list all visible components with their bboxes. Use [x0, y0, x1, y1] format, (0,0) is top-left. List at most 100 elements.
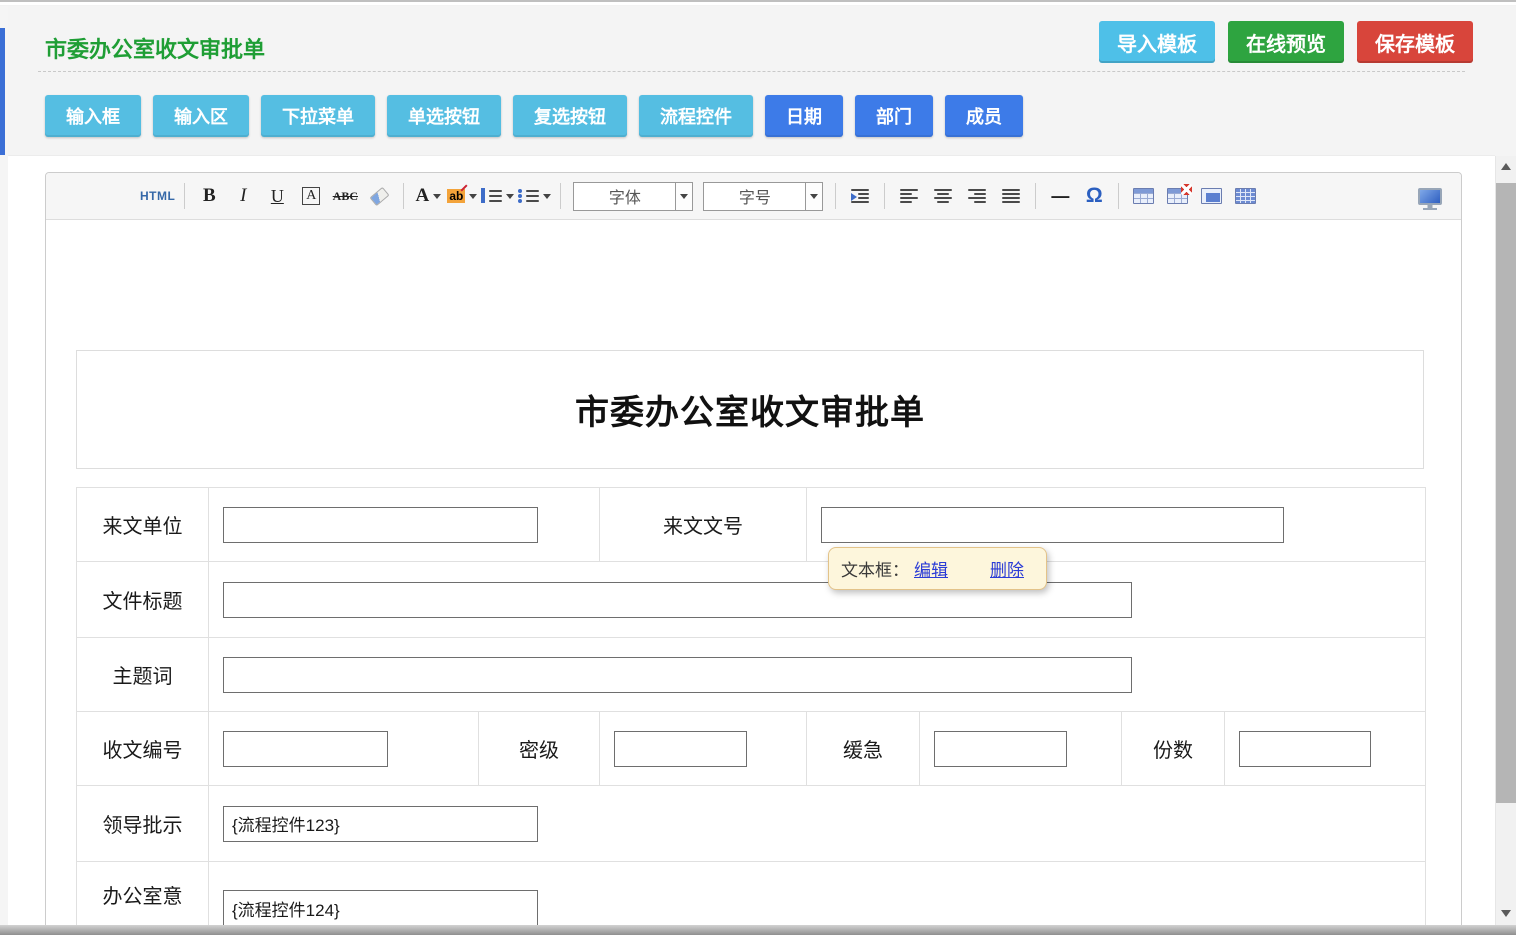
scroll-down-button[interactable]	[1496, 903, 1516, 923]
header-right-corner	[1495, 6, 1516, 156]
chevron-down-icon	[543, 194, 551, 199]
indent-button[interactable]	[845, 180, 875, 212]
indent-icon	[851, 189, 869, 203]
scrollbar[interactable]	[1495, 156, 1516, 925]
underline-button[interactable]: U	[262, 180, 292, 212]
edit-link[interactable]: 编辑	[914, 556, 948, 581]
window-left-accent	[0, 28, 5, 155]
font-color-icon: A	[415, 185, 429, 207]
highlight-icon: ab	[447, 189, 465, 203]
arrow-down-icon	[1501, 910, 1511, 917]
leader-comment-input[interactable]	[223, 806, 538, 842]
urgency-input[interactable]	[934, 731, 1067, 767]
incoming-unit-cell	[209, 488, 600, 561]
incoming-doc-number-input[interactable]	[821, 507, 1284, 543]
add-dropdown-button[interactable]: 下拉菜单	[261, 95, 375, 137]
toolbar-separator	[184, 183, 185, 209]
scrollbar-thumb[interactable]	[1496, 183, 1516, 803]
align-left-icon	[900, 189, 918, 203]
chevron-down-icon	[506, 194, 514, 199]
align-center-button[interactable]	[928, 180, 958, 212]
scroll-up-button[interactable]	[1496, 156, 1516, 176]
source-code-button[interactable]: HTML	[140, 180, 175, 212]
ordered-list-button[interactable]	[481, 180, 514, 212]
arrow-up-icon	[1501, 163, 1511, 170]
window-bottom-edge	[0, 925, 1516, 935]
insert-table-button[interactable]	[1128, 180, 1158, 212]
strikethrough-button[interactable]: ABC	[330, 180, 360, 212]
delete-table-button[interactable]	[1162, 180, 1192, 212]
remove-format-button[interactable]	[364, 180, 394, 212]
font-family-select[interactable]: 字体	[573, 182, 693, 211]
control-tooltip: 文本框： 编辑 删除	[828, 547, 1047, 590]
font-family-label: 字体	[574, 184, 675, 208]
page: 市委办公室收文审批单 导入模板 在线预览 保存模板 输入框 输入区 下拉菜单 单…	[8, 6, 1495, 935]
copies-input[interactable]	[1239, 731, 1371, 767]
table-cell-props-button[interactable]	[1196, 180, 1226, 212]
add-date-button[interactable]: 日期	[765, 95, 843, 137]
form-row-keywords: 主题词	[77, 638, 1425, 712]
delete-link[interactable]: 删除	[990, 556, 1024, 581]
special-char-button[interactable]: Ω	[1079, 180, 1109, 212]
office-opinion-input[interactable]	[223, 890, 538, 926]
form-row-receipt: 收文编号 密级 缓急 份数	[77, 712, 1425, 786]
window-top-edge	[0, 0, 1516, 6]
secrecy-level-label: 密级	[479, 712, 600, 785]
html-source-icon: HTML	[140, 189, 175, 203]
add-department-button[interactable]: 部门	[855, 95, 933, 137]
delete-table-icon	[1167, 188, 1188, 204]
fullscreen-button[interactable]	[1415, 180, 1445, 212]
toolbar-separator	[884, 183, 885, 209]
screen: 市委办公室收文审批单 导入模板 在线预览 保存模板 输入框 输入区 下拉菜单 单…	[0, 0, 1516, 935]
italic-button[interactable]: I	[228, 180, 258, 212]
incoming-unit-input[interactable]	[223, 507, 538, 543]
font-color-button[interactable]: A	[413, 180, 443, 212]
chevron-down-icon	[433, 194, 441, 199]
bold-button[interactable]: B	[194, 180, 224, 212]
chevron-down-icon[interactable]	[675, 183, 692, 210]
page-title: 市委办公室收文审批单	[45, 32, 265, 64]
document-title-label: 文件标题	[77, 562, 209, 637]
add-member-button[interactable]: 成员	[945, 95, 1023, 137]
copies-cell	[1225, 712, 1425, 785]
horizontal-rule-button[interactable]: —	[1045, 180, 1075, 212]
add-flow-control-button[interactable]: 流程控件	[639, 95, 753, 137]
add-checkbox-button[interactable]: 复选按钮	[513, 95, 627, 137]
receipt-number-label: 收文编号	[77, 712, 209, 785]
app-header: 市委办公室收文审批单 导入模板 在线预览 保存模板 输入框 输入区 下拉菜单 单…	[8, 6, 1495, 156]
add-input-button[interactable]: 输入框	[45, 95, 141, 137]
unordered-list-icon	[518, 190, 539, 202]
unordered-list-button[interactable]	[518, 180, 551, 212]
online-preview-button[interactable]: 在线预览	[1228, 21, 1344, 63]
editor-content[interactable]: 市委办公室收文审批单 来文单位 来文文号 文件标题	[46, 220, 1461, 935]
keywords-input[interactable]	[223, 657, 1132, 693]
monitor-icon	[1418, 188, 1442, 205]
red-x-icon	[1181, 184, 1192, 195]
chevron-down-icon[interactable]	[805, 183, 822, 210]
incoming-unit-label: 来文单位	[77, 488, 209, 561]
eraser-icon	[369, 186, 389, 205]
add-radio-button[interactable]: 单选按钮	[387, 95, 501, 137]
align-justify-button[interactable]	[996, 180, 1026, 212]
form-row-doc-title: 文件标题	[77, 562, 1425, 638]
save-template-button[interactable]: 保存模板	[1357, 21, 1473, 63]
editor-toolbar: HTML B I U A ABC A ab 字体 字号	[46, 173, 1461, 220]
receipt-number-cell	[209, 712, 479, 785]
tooltip-type-label: 文本框：	[841, 556, 909, 581]
table-grid-button[interactable]	[1230, 180, 1260, 212]
ordered-list-icon	[481, 190, 502, 202]
receipt-number-input[interactable]	[223, 731, 388, 767]
table-grid-icon	[1235, 188, 1256, 204]
toolbar-separator	[560, 183, 561, 209]
font-style-button[interactable]: A	[296, 180, 326, 212]
import-template-button[interactable]: 导入模板	[1099, 21, 1215, 63]
font-size-select[interactable]: 字号	[703, 182, 823, 211]
highlight-color-button[interactable]: ab	[447, 180, 477, 212]
secrecy-level-input[interactable]	[614, 731, 747, 767]
form-table: 来文单位 来文文号 文件标题	[76, 487, 1426, 935]
add-textarea-button[interactable]: 输入区	[153, 95, 249, 137]
align-left-button[interactable]	[894, 180, 924, 212]
toolbar-separator	[403, 183, 404, 209]
incoming-doc-number-label: 来文文号	[600, 488, 807, 561]
align-right-button[interactable]	[962, 180, 992, 212]
